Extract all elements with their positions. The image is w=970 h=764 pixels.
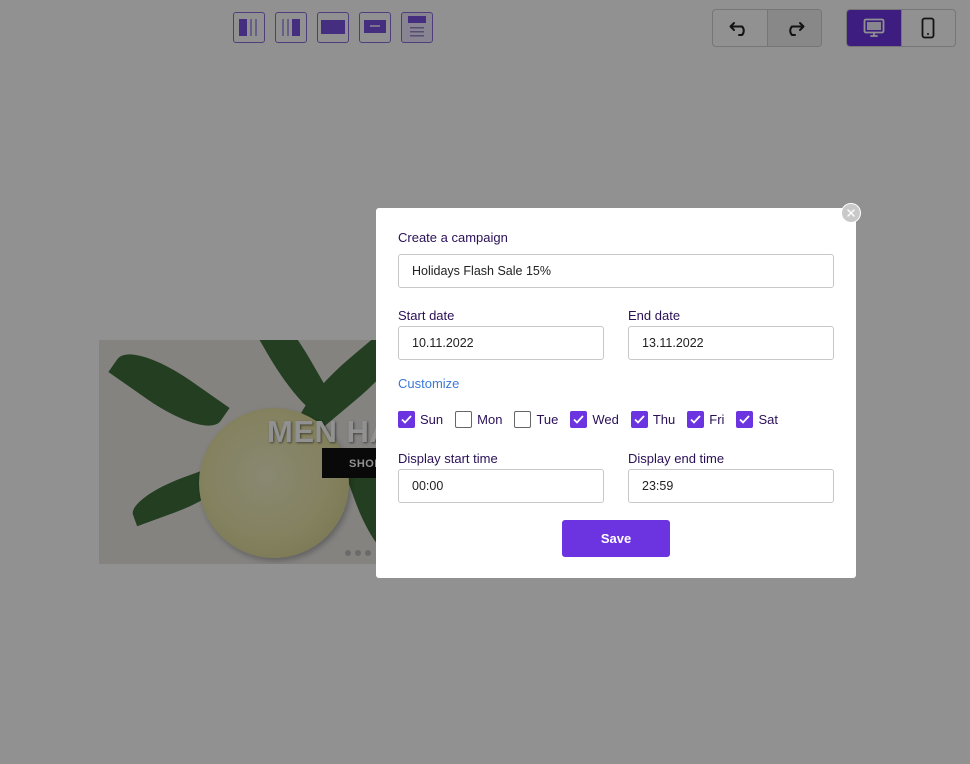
checkmark-icon bbox=[634, 415, 645, 424]
checkmark-icon bbox=[739, 415, 751, 424]
save-button[interactable]: Save bbox=[562, 520, 670, 557]
start-date-label: Start date bbox=[398, 308, 455, 323]
campaign-name-label: Create a campaign bbox=[398, 230, 508, 245]
day-mon[interactable]: Mon bbox=[455, 411, 502, 428]
day-label: Wed bbox=[592, 412, 619, 427]
day-sun[interactable]: Sun bbox=[398, 411, 443, 428]
day-label: Tue bbox=[536, 412, 559, 427]
end-time-input[interactable] bbox=[628, 469, 834, 503]
day-tue[interactable]: Tue bbox=[514, 411, 558, 428]
day-thu[interactable]: Thu bbox=[630, 411, 676, 428]
day-wed[interactable]: Wed bbox=[570, 411, 619, 428]
checkmark-icon bbox=[401, 415, 412, 424]
day-checkbox[interactable] bbox=[687, 411, 705, 428]
day-checkbox[interactable] bbox=[736, 411, 754, 428]
customize-link[interactable]: Customize bbox=[398, 376, 459, 391]
weekday-selector: Sun Mon Tue Wed Thu Fri Sat bbox=[398, 411, 790, 428]
checkmark-icon bbox=[690, 415, 701, 424]
campaign-name-input[interactable] bbox=[398, 254, 834, 288]
start-time-input[interactable] bbox=[398, 469, 604, 503]
end-time-label: Display end time bbox=[628, 451, 725, 466]
start-date-input[interactable] bbox=[398, 326, 604, 360]
day-checkbox[interactable] bbox=[455, 411, 473, 428]
day-label: Thu bbox=[652, 412, 676, 427]
campaign-modal: Create a campaign Start date End date Cu… bbox=[376, 208, 856, 578]
start-time-label: Display start time bbox=[398, 451, 498, 466]
day-label: Sun bbox=[420, 412, 444, 427]
day-label: Mon bbox=[477, 412, 503, 427]
day-checkbox[interactable] bbox=[514, 411, 532, 428]
checkmark-icon bbox=[573, 415, 585, 424]
close-icon bbox=[847, 209, 855, 217]
day-checkbox[interactable] bbox=[570, 411, 588, 428]
end-date-input[interactable] bbox=[628, 326, 834, 360]
day-label: Fri bbox=[709, 412, 725, 427]
day-checkbox[interactable] bbox=[398, 411, 415, 428]
day-checkbox[interactable] bbox=[630, 411, 648, 428]
day-label: Sat bbox=[758, 412, 778, 427]
close-modal-button[interactable] bbox=[841, 203, 861, 223]
day-fri[interactable]: Fri bbox=[687, 411, 724, 428]
day-sat[interactable]: Sat bbox=[736, 411, 778, 428]
end-date-label: End date bbox=[628, 308, 681, 323]
